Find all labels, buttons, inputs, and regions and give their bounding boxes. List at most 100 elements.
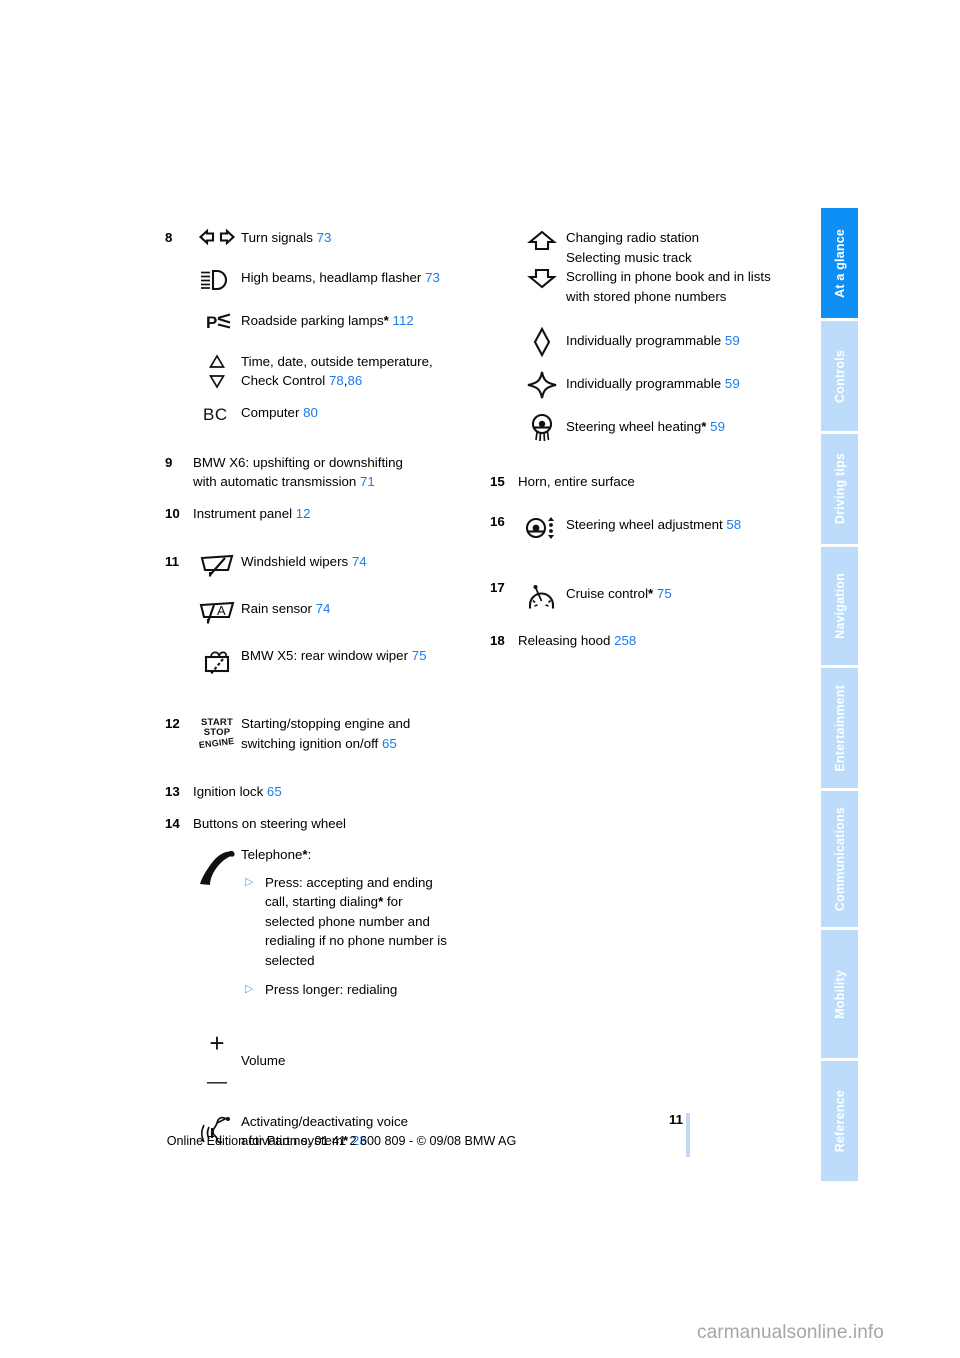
bullet-marker: ▷ <box>245 983 254 995</box>
right-content-column: 8 Changing radio station Selecting music… <box>490 228 810 653</box>
list-item: 8 Turn signals 73 <box>165 228 485 248</box>
entry-label: Instrument panel <box>193 505 293 521</box>
footer-text: Online Edition for Part no. 01 41 2 600 … <box>166 1134 517 1148</box>
page-reference: 59 <box>710 419 725 434</box>
bullet-text: Press: accepting and ending call, starti… <box>265 873 485 971</box>
list-item: 11 A Rain sensor 74 <box>165 599 485 626</box>
bullet-text: Press longer: redialing <box>265 982 398 997</box>
item-number: 14 <box>165 815 180 831</box>
telephone-handset-icon <box>193 845 241 888</box>
page-reference: 71 <box>360 474 375 489</box>
scroll-arrows-icons <box>518 228 566 289</box>
minus-icon: — <box>207 1070 227 1093</box>
optional-equipment-marker: * <box>383 312 389 328</box>
telephone-label-line: Telephone*: <box>241 845 485 865</box>
tab-communications[interactable]: Communications <box>821 791 858 927</box>
entry-line-1: BMW X6: upshifting or downshifting <box>193 454 403 470</box>
svg-text:BC: BC <box>203 405 228 424</box>
tab-driving-tips[interactable]: Driving tips <box>821 434 858 544</box>
item-number: 9 <box>165 454 173 470</box>
bullet-item: ▷ Press longer: redialing <box>241 980 485 1000</box>
rear-window-wiper-icon <box>193 646 241 677</box>
tab-label: Driving tips <box>832 453 847 525</box>
list-item: 8 Individually programmable 59 <box>490 326 810 358</box>
entry-label: High beams, headlamp flasher <box>241 269 422 285</box>
bullet-line: call, starting dialing* for <box>265 892 485 912</box>
bullet-line-text: call, starting dialing <box>265 894 379 909</box>
entry-line-1: Time, date, outside temperature, <box>241 353 433 369</box>
list-item: 8 Steering wheel heating* 59 <box>490 412 810 443</box>
arrow-down-icon <box>527 268 557 289</box>
tab-label: Navigation <box>832 573 847 639</box>
steering-wheel-adjustment-icon <box>518 512 566 541</box>
tab-label: At a glance <box>832 228 847 298</box>
list-item: 9 BMW X6: upshifting or downshifting wit… <box>165 453 485 492</box>
up-down-triangles-icon <box>193 352 241 391</box>
entry-label: Individually programmable <box>566 333 722 348</box>
entry-label: Releasing hood <box>518 632 611 648</box>
entry-line-4: with stored phone numbers <box>566 288 727 304</box>
entry-line-2: with automatic transmission 71 <box>193 472 485 492</box>
start-stop-engine-icon: START STOP ENGINE <box>193 714 241 751</box>
tab-label: Communications <box>832 806 847 912</box>
entry-label: with automatic transmission <box>193 474 357 489</box>
item-number: 8 <box>165 230 173 245</box>
list-item-text: Individually programmable 59 <box>566 369 810 394</box>
optional-equipment-marker: * <box>701 419 707 434</box>
page-reference: 75 <box>411 648 427 663</box>
entry-label: Individually programmable <box>566 376 722 391</box>
entry-label: switching ignition on/off <box>241 735 379 751</box>
list-item: 17 Cruise control* 75 <box>490 578 810 611</box>
tab-at-a-glance[interactable]: At a glance <box>821 208 858 318</box>
list-item: 8 Time, date, outside temperature, Check… <box>165 352 485 391</box>
rain-sensor-icon: A <box>193 599 241 626</box>
entry-label: Turn signals <box>241 230 313 245</box>
list-item: 11 Windshield wipers 74 <box>165 552 485 579</box>
section-tab-rail: At a glance Controls Driving tips Naviga… <box>821 208 858 1184</box>
tab-entertainment[interactable]: Entertainment <box>821 668 858 788</box>
page-reference: 59 <box>724 333 740 348</box>
entry-label: BMW X5: rear window wiper <box>241 648 408 663</box>
item-number: 10 <box>165 505 180 521</box>
left-content-column: 8 Turn signals 73 8 <box>165 228 485 1154</box>
scroll-arrows-block: 8 Changing radio station Selecting music… <box>490 228 810 306</box>
optional-equipment-marker: * <box>648 585 654 601</box>
item-number: 17 <box>490 579 505 595</box>
entry-label: Cruise control <box>566 585 649 601</box>
list-item-text: Turn signals 73 <box>241 228 485 248</box>
page-reference: 59 <box>724 376 740 391</box>
scroll-arrows-text: Changing radio station Selecting music t… <box>566 228 810 306</box>
bc-computer-icon: BC <box>193 403 241 424</box>
entry-label: Volume <box>241 1052 286 1068</box>
svg-text:P: P <box>206 313 217 332</box>
entry-line-2: Check Control 78,86 <box>241 371 485 391</box>
entry-label: Computer <box>241 404 300 420</box>
entry-label: Rain sensor <box>241 601 312 616</box>
entry-label: Ignition lock <box>193 784 264 799</box>
item-number: 13 <box>165 784 180 799</box>
tab-label: Mobility <box>832 969 847 1019</box>
tab-mobility[interactable]: Mobility <box>821 930 858 1058</box>
list-item: 13 Ignition lock 65 <box>165 782 485 802</box>
bullet-line: selected phone number and <box>265 913 430 929</box>
volume-label: Volume <box>241 1029 485 1071</box>
manual-page: At a glance Controls Driving tips Naviga… <box>0 0 960 1358</box>
entry-line-2: switching ignition on/off 65 <box>241 734 485 754</box>
volume-plus-minus-icon: + — <box>193 1029 241 1092</box>
page-reference-2: 86 <box>347 373 363 388</box>
page-reference: 258 <box>614 632 637 648</box>
bullet-line: redialing if no phone number is <box>265 933 447 948</box>
list-item: 8 P Roadside parking lamps* 112 <box>165 311 485 332</box>
tab-navigation[interactable]: Navigation <box>821 547 858 665</box>
list-item-text: Roadside parking lamps* 112 <box>241 311 485 331</box>
svg-text:ENGINE: ENGINE <box>198 736 235 750</box>
list-item: 8 BC Computer 80 <box>165 403 485 424</box>
entry-label: Roadside parking lamps <box>241 312 384 328</box>
entry-label: Check Control <box>241 373 326 388</box>
roadside-parking-lamps-icon: P <box>193 311 241 332</box>
entry-line-2: Selecting music track <box>566 249 692 265</box>
entry-label: Windshield wipers <box>241 554 349 569</box>
bullet-line: Press: accepting and ending <box>265 874 433 890</box>
tab-controls[interactable]: Controls <box>821 321 858 431</box>
tab-reference[interactable]: Reference <box>821 1061 858 1181</box>
